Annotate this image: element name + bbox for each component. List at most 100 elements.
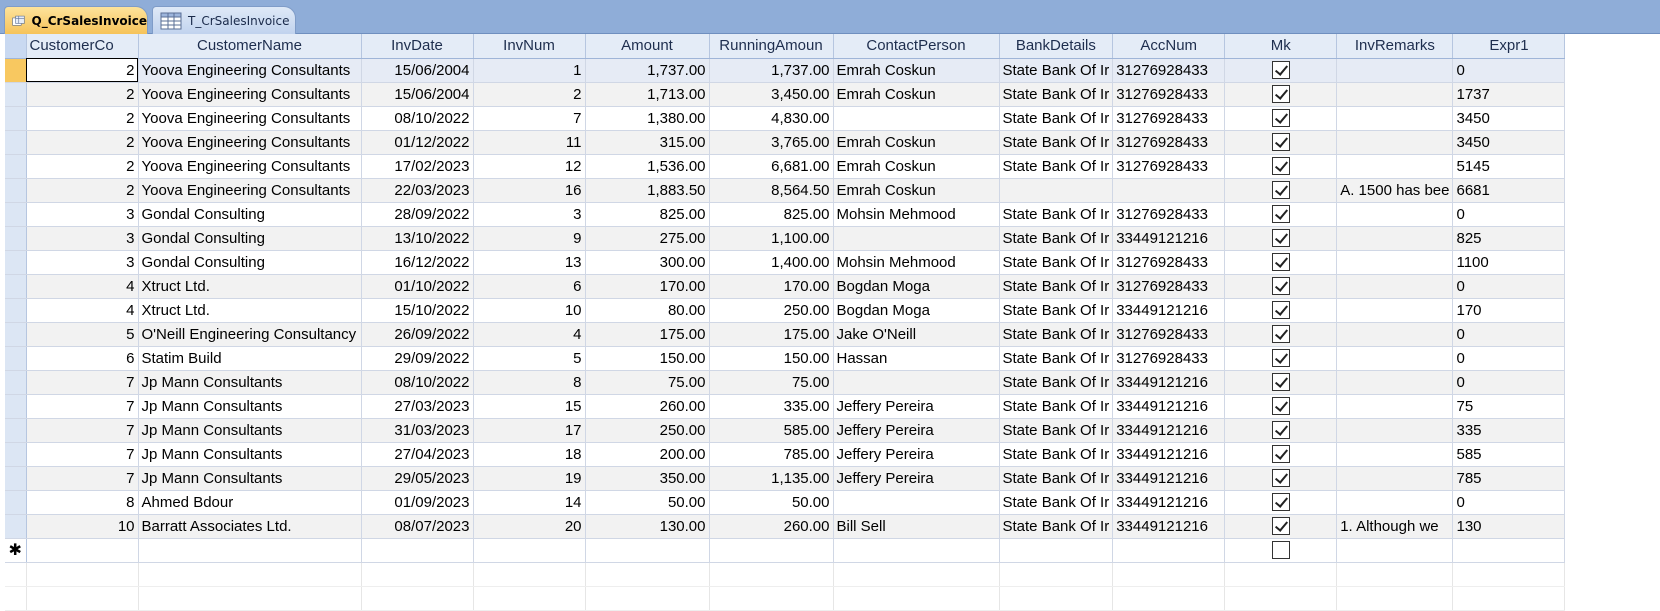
cell-mk[interactable] xyxy=(1224,178,1338,203)
cell-invdate[interactable]: 08/10/2022 xyxy=(361,370,474,395)
new-record-cell[interactable] xyxy=(999,538,1114,563)
cell-expr1[interactable]: 75 xyxy=(1452,394,1566,419)
cell-runningamount[interactable]: 785.00 xyxy=(709,442,834,467)
cell-invremarks[interactable] xyxy=(1336,322,1454,347)
cell-invnum[interactable]: 9 xyxy=(473,226,586,251)
cell-contactperson[interactable]: Bogdan Moga xyxy=(833,274,1000,299)
checkbox-mk[interactable] xyxy=(1271,325,1290,344)
new-record-cell[interactable] xyxy=(1112,538,1226,563)
checkbox-mk[interactable] xyxy=(1271,493,1290,512)
cell-customername[interactable]: Jp Mann Consultants xyxy=(138,418,362,443)
cell-bankdetails[interactable] xyxy=(999,178,1114,203)
cell-mk[interactable] xyxy=(1224,226,1338,251)
checkbox-mk[interactable] xyxy=(1271,181,1290,200)
checkbox-mk[interactable] xyxy=(1271,229,1290,248)
cell-invremarks[interactable] xyxy=(1336,370,1454,395)
cell-invnum[interactable]: 11 xyxy=(473,130,586,155)
cell-invnum[interactable]: 16 xyxy=(473,178,586,203)
cell-invremarks[interactable] xyxy=(1336,202,1454,227)
cell-customercode[interactable]: 4 xyxy=(26,274,139,299)
cell-invremarks[interactable] xyxy=(1336,274,1454,299)
cell-contactperson[interactable]: Jeffery Pereira xyxy=(833,466,1000,491)
cell-mk[interactable] xyxy=(1224,82,1338,107)
row-selector[interactable] xyxy=(5,178,27,203)
cell-runningamount[interactable]: 335.00 xyxy=(709,394,834,419)
cell-runningamount[interactable]: 8,564.50 xyxy=(709,178,834,203)
cell-accnum[interactable]: 31276928433 xyxy=(1112,154,1226,179)
row-selector[interactable] xyxy=(5,58,27,83)
row-selector[interactable] xyxy=(5,370,27,395)
cell-invnum[interactable]: 3 xyxy=(473,202,586,227)
cell-invdate[interactable]: 13/10/2022 xyxy=(361,226,474,251)
cell-accnum[interactable]: 31276928433 xyxy=(1112,82,1226,107)
cell-expr1[interactable]: 0 xyxy=(1452,274,1566,299)
column-header-expr1[interactable]: Expr1 xyxy=(1452,34,1566,59)
cell-invnum[interactable]: 8 xyxy=(473,370,586,395)
cell-customername[interactable]: O'Neill Engineering Consultancy xyxy=(138,322,362,347)
cell-amount[interactable]: 80.00 xyxy=(585,298,710,323)
cell-contactperson[interactable]: Emrah Coskun xyxy=(833,82,1000,107)
cell-invremarks[interactable] xyxy=(1336,106,1454,131)
cell-accnum[interactable]: 31276928433 xyxy=(1112,202,1226,227)
column-header-mk[interactable]: Mk xyxy=(1224,34,1338,59)
cell-amount[interactable]: 300.00 xyxy=(585,250,710,275)
cell-contactperson[interactable] xyxy=(833,106,1000,131)
checkbox-mk[interactable] xyxy=(1271,541,1290,560)
cell-amount[interactable]: 250.00 xyxy=(585,418,710,443)
cell-expr1[interactable]: 3450 xyxy=(1452,130,1566,155)
cell-mk[interactable] xyxy=(1224,154,1338,179)
cell-invnum[interactable]: 10 xyxy=(473,298,586,323)
cell-invremarks[interactable] xyxy=(1336,250,1454,275)
cell-customername[interactable]: Gondal Consulting xyxy=(138,202,362,227)
cell-bankdetails[interactable]: State Bank Of Ir xyxy=(999,202,1114,227)
cell-customername[interactable]: Statim Build xyxy=(138,346,362,371)
cell-accnum[interactable]: 33449121216 xyxy=(1112,298,1226,323)
new-record-cell[interactable] xyxy=(833,538,1000,563)
cell-invdate[interactable]: 28/09/2022 xyxy=(361,202,474,227)
cell-expr1[interactable]: 3450 xyxy=(1452,106,1566,131)
row-selector[interactable] xyxy=(5,466,27,491)
column-header-invdate[interactable]: InvDate xyxy=(361,34,474,59)
row-selector[interactable] xyxy=(5,250,27,275)
new-record-cell[interactable] xyxy=(361,538,474,563)
cell-amount[interactable]: 130.00 xyxy=(585,514,710,539)
cell-customercode[interactable]: 2 xyxy=(26,154,139,179)
cell-customercode[interactable]: 7 xyxy=(26,370,139,395)
cell-mk[interactable] xyxy=(1224,250,1338,275)
cell-runningamount[interactable]: 260.00 xyxy=(709,514,834,539)
cell-mk[interactable] xyxy=(1224,106,1338,131)
cell-customercode[interactable]: 3 xyxy=(26,202,139,227)
cell-invdate[interactable]: 08/07/2023 xyxy=(361,514,474,539)
cell-bankdetails[interactable]: State Bank Of Ir xyxy=(999,370,1114,395)
cell-runningamount[interactable]: 4,830.00 xyxy=(709,106,834,131)
row-selector[interactable] xyxy=(5,226,27,251)
checkbox-mk[interactable] xyxy=(1271,85,1290,104)
cell-customercode[interactable]: 2 xyxy=(26,130,139,155)
column-header-customercode[interactable]: CustomerCo xyxy=(26,34,139,59)
cell-amount[interactable]: 275.00 xyxy=(585,226,710,251)
cell-invremarks[interactable] xyxy=(1336,58,1454,83)
cell-mk[interactable] xyxy=(1224,58,1338,83)
cell-invnum[interactable]: 6 xyxy=(473,274,586,299)
cell-amount[interactable]: 50.00 xyxy=(585,490,710,515)
cell-accnum[interactable]: 31276928433 xyxy=(1112,58,1226,83)
checkbox-mk[interactable] xyxy=(1271,61,1290,80)
cell-accnum[interactable]: 33449121216 xyxy=(1112,466,1226,491)
cell-runningamount[interactable]: 75.00 xyxy=(709,370,834,395)
cell-expr1[interactable]: 170 xyxy=(1452,298,1566,323)
row-selector[interactable] xyxy=(5,418,27,443)
new-record-cell[interactable] xyxy=(1336,538,1454,563)
cell-bankdetails[interactable]: State Bank Of Ir xyxy=(999,154,1114,179)
cell-invremarks[interactable] xyxy=(1336,490,1454,515)
cell-invremarks[interactable] xyxy=(1336,298,1454,323)
cell-invnum[interactable]: 5 xyxy=(473,346,586,371)
cell-expr1[interactable]: 5145 xyxy=(1452,154,1566,179)
cell-invdate[interactable]: 22/03/2023 xyxy=(361,178,474,203)
checkbox-mk[interactable] xyxy=(1271,445,1290,464)
cell-mk[interactable] xyxy=(1224,322,1338,347)
row-selector[interactable] xyxy=(5,298,27,323)
cell-expr1[interactable]: 0 xyxy=(1452,346,1566,371)
cell-contactperson[interactable] xyxy=(833,370,1000,395)
cell-contactperson[interactable]: Jeffery Pereira xyxy=(833,394,1000,419)
row-selector[interactable] xyxy=(5,106,27,131)
